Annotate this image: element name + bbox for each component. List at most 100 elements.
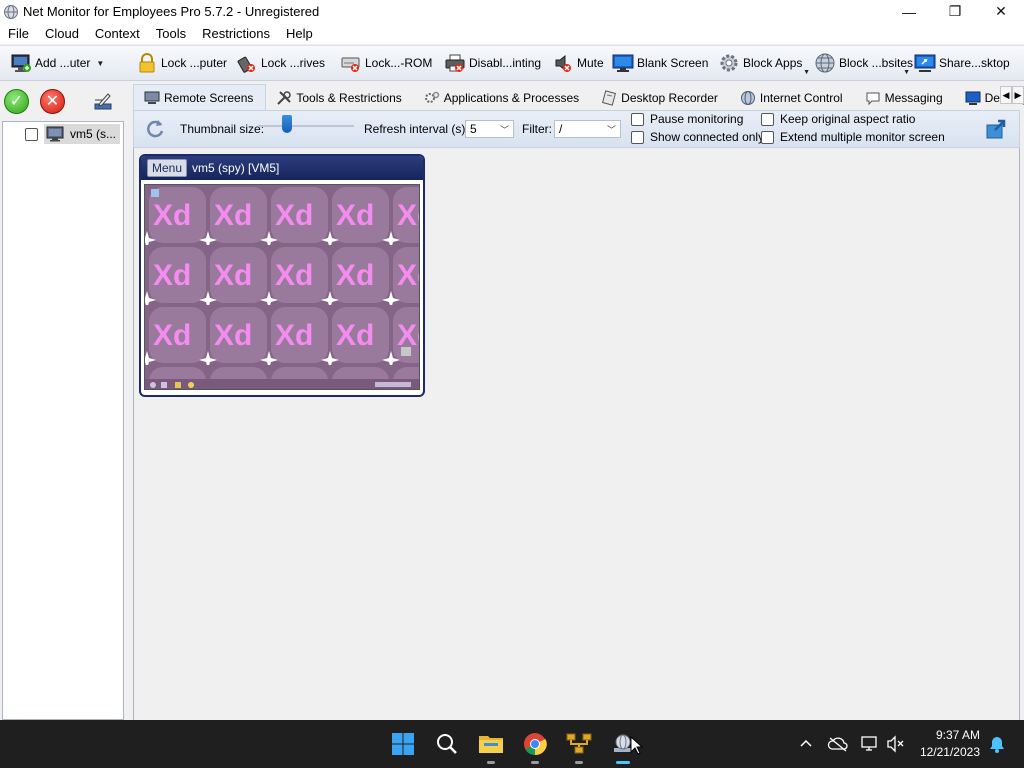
network-tool-icon[interactable] xyxy=(563,728,595,764)
notification-bell-icon[interactable] xyxy=(986,720,1008,768)
dropdown-arrow-icon[interactable]: ▼ xyxy=(803,69,810,76)
block-apps-label: Block Apps xyxy=(743,56,803,70)
running-indicator xyxy=(575,761,583,764)
menu-restrictions[interactable]: Restrictions xyxy=(194,26,278,41)
running-indicator xyxy=(487,761,495,764)
tab-label: Remote Screens xyxy=(164,90,254,105)
volume-muted-icon[interactable] xyxy=(884,720,908,768)
mute-label: Mute xyxy=(577,56,604,70)
computer-tree: vm5 (s... xyxy=(2,121,124,720)
pause-monitoring-checkbox[interactable]: Pause monitoring xyxy=(631,112,743,126)
chrome-icon[interactable] xyxy=(519,728,551,764)
show-connected-only-label: Show connected only xyxy=(650,130,765,144)
lock-cdrom-button[interactable]: Lock...-ROM xyxy=(336,48,440,78)
title-bar: Net Monitor for Employees Pro 5.7.2 - Un… xyxy=(0,0,1024,23)
checkbox-box[interactable] xyxy=(761,112,774,126)
file-explorer-icon[interactable] xyxy=(475,728,507,764)
screen-card[interactable]: Menu vm5 (spy) [VM5] Xd Xd Xd Xd Xd Xd Xd Xd Xd X… xyxy=(139,154,425,397)
block-websites-button[interactable]: Block ...bsites ▼ xyxy=(810,48,913,78)
tree-item-vm5[interactable]: vm5 (s... xyxy=(25,124,121,144)
dropdown-arrow-icon[interactable]: ▼ xyxy=(903,69,910,76)
chevron-down-icon: ﹀ xyxy=(499,124,509,135)
dropdown-arrow-icon[interactable]: ▼ xyxy=(96,59,104,68)
blank-screen-button[interactable]: Blank Screen xyxy=(608,48,714,78)
menu-tools[interactable]: Tools xyxy=(148,26,194,41)
running-indicator xyxy=(531,761,539,764)
onedrive-offline-icon[interactable] xyxy=(826,720,850,768)
restore-button[interactable]: ❐ xyxy=(932,0,978,23)
menu-bar: File Cloud Context Tools Restrictions He… xyxy=(0,23,1024,44)
wallpaper-text: Xd xyxy=(214,319,252,352)
wallpaper-text: Xd xyxy=(153,319,191,352)
tab-remote-screens[interactable]: Remote Screens xyxy=(133,84,267,110)
tree-item-checkbox[interactable] xyxy=(25,127,38,141)
system-clock[interactable]: 9:37 AM 12/21/2023 xyxy=(910,727,980,761)
extend-monitor-checkbox[interactable]: Extend multiple monitor screen xyxy=(761,130,945,144)
tab-internet-control[interactable]: Internet Control xyxy=(730,86,855,110)
keep-aspect-ratio-checkbox[interactable]: Keep original aspect ratio xyxy=(761,112,915,126)
window-title: Net Monitor for Employees Pro 5.7.2 - Un… xyxy=(23,4,320,19)
menu-file[interactable]: File xyxy=(0,26,37,41)
edit-list-icon[interactable] xyxy=(92,90,114,112)
tab-applications-processes[interactable]: Applications & Processes xyxy=(414,86,591,110)
remote-screens-icon xyxy=(144,90,160,106)
block-apps-button[interactable]: Block Apps ▼ xyxy=(714,48,810,78)
share-desktop-button[interactable]: Share...sktop xyxy=(910,48,1016,78)
speaker-mute-icon xyxy=(552,52,574,74)
network-icon[interactable] xyxy=(858,720,882,768)
close-button[interactable]: ✕ xyxy=(978,0,1024,23)
lock-computer-button[interactable]: Lock ...puter xyxy=(132,48,232,78)
search-icon[interactable] xyxy=(431,728,463,760)
add-computer-icon xyxy=(10,52,32,74)
windows-start-icon[interactable] xyxy=(387,728,419,760)
tab-strip: Remote Screens Tools & Restrictions Appl… xyxy=(133,84,1024,110)
tab-messaging[interactable]: Messaging xyxy=(855,86,955,110)
refresh-interval-select[interactable]: 5 ﹀ xyxy=(465,120,514,138)
tab-scroll-left-icon[interactable]: ◀ xyxy=(1000,86,1012,104)
share-screen-icon xyxy=(914,52,936,74)
popout-window-icon[interactable] xyxy=(984,117,1008,141)
lock-computer-label: Lock ...puter xyxy=(161,56,228,70)
usb-drive-lock-icon xyxy=(236,52,258,74)
chevron-down-icon: ﹀ xyxy=(606,124,616,135)
tab-tools-restrictions[interactable]: Tools & Restrictions xyxy=(266,86,413,110)
menu-cloud[interactable]: Cloud xyxy=(37,26,87,41)
checkmark-icon[interactable]: ✓ xyxy=(4,88,29,114)
checkbox-box[interactable] xyxy=(631,112,644,126)
mute-button[interactable]: Mute xyxy=(548,48,608,78)
refresh-all-icon[interactable] xyxy=(144,117,166,139)
pane-splitter[interactable] xyxy=(124,82,133,720)
disable-printing-label: Disabl...inting xyxy=(469,56,542,70)
tree-item-label: vm5 (s... xyxy=(70,127,117,141)
minimize-button[interactable]: — xyxy=(886,0,932,23)
mouse-cursor-icon xyxy=(630,735,644,759)
menu-context[interactable]: Context xyxy=(87,26,148,41)
tab-scroll-right-icon[interactable]: ▶ xyxy=(1012,86,1024,104)
checkbox-box[interactable] xyxy=(631,130,644,144)
refresh-interval-value: 5 xyxy=(470,122,477,136)
tab-label: Desktop Recorder xyxy=(621,91,718,105)
wallpaper-text: Xd xyxy=(214,259,252,292)
gear-block-icon xyxy=(718,52,740,74)
wallpaper-text: Xd xyxy=(336,199,374,232)
lock-drives-button[interactable]: Lock ...rives xyxy=(232,48,336,78)
screen-menu-button[interactable]: Menu xyxy=(147,159,188,177)
thumbnail-size-slider-thumb[interactable] xyxy=(281,115,292,133)
globe-icon xyxy=(740,90,756,106)
printer-disabled-icon xyxy=(444,52,466,74)
pause-monitoring-label: Pause monitoring xyxy=(650,112,744,126)
chevron-up-icon[interactable] xyxy=(796,720,816,768)
menu-help[interactable]: Help xyxy=(278,26,321,41)
filter-select[interactable]: / ﹀ xyxy=(554,120,621,138)
thumbnail-size-label: Thumbnail size: xyxy=(180,122,265,136)
wallpaper-text: Xd xyxy=(153,199,191,232)
cancel-icon[interactable]: ✕ xyxy=(40,88,65,114)
thumbnail-size-slider[interactable] xyxy=(258,125,354,127)
checkbox-box[interactable] xyxy=(761,130,774,144)
remote-screen-thumbnail[interactable]: XdXdXdXdXdXdXdXdXdXdXdXdXdXdXdXdXdXdXdXd xyxy=(144,184,420,390)
tab-desktop-recorder[interactable]: Desktop Recorder xyxy=(591,86,730,110)
show-connected-only-checkbox[interactable]: Show connected only xyxy=(631,130,764,144)
add-computer-button[interactable]: Add ...uter ▼ xyxy=(0,48,132,78)
taskbar: 9:37 AM 12/21/2023 xyxy=(0,720,1024,768)
disable-printing-button[interactable]: Disabl...inting xyxy=(440,48,548,78)
